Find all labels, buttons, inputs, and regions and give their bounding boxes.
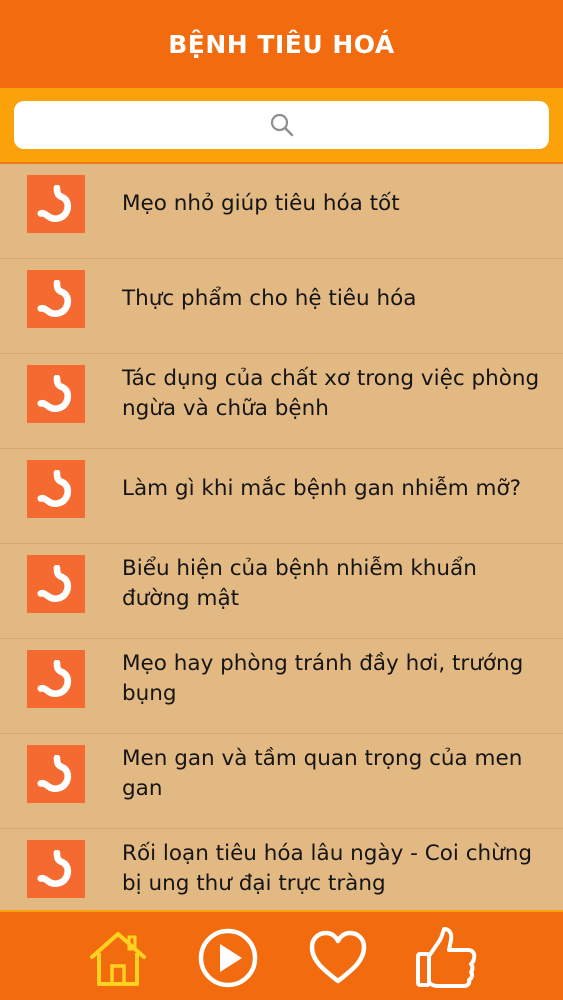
stomach-icon bbox=[37, 755, 72, 792]
tab-favorites[interactable] bbox=[306, 926, 370, 990]
article-thumbnail bbox=[27, 745, 85, 803]
stomach-icon bbox=[37, 185, 72, 222]
article-thumbnail bbox=[27, 175, 85, 233]
search-field[interactable] bbox=[14, 101, 549, 149]
stomach-icon bbox=[37, 280, 72, 317]
list-item[interactable]: Làm gì khi mắc bệnh gan nhiễm mỡ? bbox=[0, 449, 563, 544]
stomach-icon bbox=[37, 375, 72, 412]
home-icon bbox=[90, 932, 146, 986]
article-title: Tác dụng của chất xơ trong việc phòng ng… bbox=[122, 366, 540, 421]
page-title: BỆNH TIÊU HOÁ bbox=[168, 29, 395, 59]
stomach-icon bbox=[37, 660, 72, 697]
article-thumbnail bbox=[27, 365, 85, 423]
bottom-tab-bar bbox=[0, 910, 563, 1000]
article-title: Mẹo hay phòng tránh đầy hơi, trướng bụng bbox=[122, 651, 524, 706]
thumbs-up-icon bbox=[416, 927, 477, 988]
search-input[interactable] bbox=[14, 101, 549, 149]
app-header: BỆNH TIÊU HOÁ bbox=[0, 0, 563, 88]
article-title: Rối loạn tiêu hóa lâu ngày - Coi chừng b… bbox=[122, 841, 533, 896]
list-item[interactable]: Biểu hiện của bệnh nhiễm khuẩn đường mật bbox=[0, 544, 563, 639]
article-list: Mẹo nhỏ giúp tiêu hóa tốt Thực phẩm cho … bbox=[0, 164, 563, 910]
article-thumbnail bbox=[27, 840, 85, 898]
list-item[interactable]: Mẹo hay phòng tránh đầy hơi, trướng bụng bbox=[0, 639, 563, 734]
article-thumbnail bbox=[27, 650, 85, 708]
article-thumbnail bbox=[27, 555, 85, 613]
article-title: Mẹo nhỏ giúp tiêu hóa tốt bbox=[122, 191, 400, 216]
article-thumbnail bbox=[27, 460, 85, 518]
list-item[interactable]: Men gan và tầm quan trọng của men gan bbox=[0, 734, 563, 829]
article-thumbnail bbox=[27, 270, 85, 328]
tab-like[interactable] bbox=[414, 926, 478, 990]
tab-play[interactable] bbox=[196, 926, 260, 990]
article-title: Làm gì khi mắc bệnh gan nhiễm mỡ? bbox=[122, 476, 522, 501]
article-title: Men gan và tầm quan trọng của men gan bbox=[122, 746, 523, 801]
heart-icon bbox=[309, 930, 367, 984]
article-title: Biểu hiện của bệnh nhiễm khuẩn đường mật bbox=[122, 556, 477, 611]
stomach-icon bbox=[37, 850, 72, 887]
stomach-icon bbox=[37, 565, 72, 602]
article-title: Thực phẩm cho hệ tiêu hóa bbox=[122, 286, 417, 311]
play-icon bbox=[198, 928, 258, 988]
list-item[interactable]: Tác dụng của chất xơ trong việc phòng ng… bbox=[0, 354, 563, 449]
stomach-icon bbox=[37, 470, 72, 507]
search-bar bbox=[0, 88, 563, 164]
list-item[interactable]: Thực phẩm cho hệ tiêu hóa bbox=[0, 259, 563, 354]
list-item[interactable]: Mẹo nhỏ giúp tiêu hóa tốt bbox=[0, 164, 563, 259]
list-item[interactable]: Rối loạn tiêu hóa lâu ngày - Coi chừng b… bbox=[0, 829, 563, 910]
tab-home[interactable] bbox=[86, 926, 150, 990]
